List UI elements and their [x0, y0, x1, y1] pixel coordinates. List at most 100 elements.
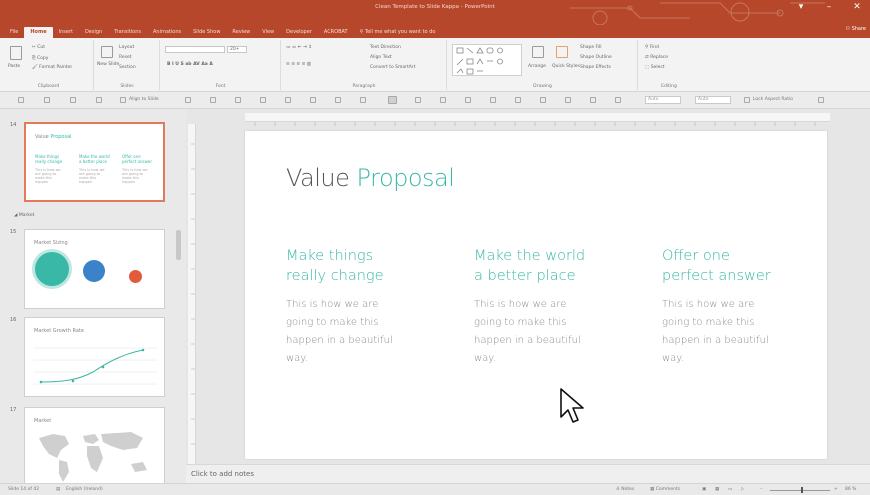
- zoom-in-icon[interactable]: +: [834, 487, 838, 492]
- align-buttons[interactable]: ≡ ≡ ≡ ≡ ▥: [286, 62, 311, 67]
- quick-styles-button[interactable]: Quick Styles: [552, 64, 580, 69]
- thumbnail-slide-16[interactable]: Market Growth Rate: [24, 317, 165, 397]
- arrange-icon[interactable]: [532, 46, 544, 58]
- eyedropper-icon[interactable]: [615, 97, 621, 103]
- shape-effects-button[interactable]: Shape Effects: [580, 65, 611, 70]
- convert-smartart-button[interactable]: Convert to SmartArt: [370, 65, 415, 70]
- undo-icon[interactable]: [18, 97, 24, 103]
- slide-thumbnails-pane: 14 Value Proposal Make things really cha…: [0, 109, 186, 483]
- column-3[interactable]: Offer one perfect answer This is how we …: [662, 246, 812, 368]
- column-2[interactable]: Make the world a better place This is ho…: [474, 246, 624, 368]
- tab-animations[interactable]: Animations: [147, 27, 187, 38]
- share-button[interactable]: ⚇ Share: [845, 26, 866, 32]
- select-button[interactable]: ⬚ Select: [645, 65, 665, 70]
- center-align-icon[interactable]: [285, 97, 291, 103]
- tab-view[interactable]: View: [256, 27, 280, 38]
- shape-outline-button[interactable]: Shape Outline: [580, 55, 612, 60]
- tab-slide-show[interactable]: Slide Show: [187, 27, 226, 38]
- align-text-button[interactable]: Align Text: [370, 55, 392, 60]
- notes-toggle[interactable]: ≙ Notes: [616, 487, 634, 492]
- new-slide-button[interactable]: New Slide: [97, 62, 119, 67]
- distribute-icon[interactable]: [310, 97, 316, 103]
- tab-transitions[interactable]: Transitions: [108, 27, 147, 38]
- list-buttons[interactable]: ≔ ≕ ⇤ ⇥ ↕: [286, 45, 312, 50]
- section-button[interactable]: Section: [119, 65, 136, 70]
- slide-sorter-icon[interactable]: ▦: [715, 487, 719, 492]
- shape-effects-icon[interactable]: [565, 97, 571, 103]
- font-color-icon[interactable]: [465, 97, 471, 103]
- redo-icon[interactable]: [44, 97, 50, 103]
- selected-tool-icon[interactable]: [388, 96, 397, 104]
- repeat-icon[interactable]: [70, 97, 76, 103]
- normal-view-icon[interactable]: ▣: [702, 487, 706, 492]
- language-indicator[interactable]: English (Ireland): [66, 487, 103, 492]
- align-to-slide-checkbox[interactable]: [120, 97, 126, 103]
- thumbnail-slide-14[interactable]: Value Proposal Make things really change…: [24, 122, 165, 202]
- shape-fill-icon[interactable]: [515, 97, 521, 103]
- tab-developer[interactable]: Developer: [280, 27, 318, 38]
- paste-icon[interactable]: [10, 46, 22, 60]
- shape-height-input[interactable]: Auto: [645, 96, 681, 104]
- font-size-icon[interactable]: [490, 97, 496, 103]
- find-button[interactable]: ⚲ Find: [645, 45, 659, 50]
- slide-title[interactable]: Value Proposal: [286, 164, 455, 192]
- current-slide[interactable]: Value Proposal Make things really change…: [245, 131, 827, 459]
- tab-acrobat[interactable]: ACROBAT: [318, 27, 354, 38]
- notes-pane[interactable]: Click to add notes: [186, 464, 870, 483]
- font-name-input[interactable]: [165, 46, 225, 53]
- tab-file[interactable]: File: [4, 27, 24, 38]
- zoom-out-icon[interactable]: –: [760, 487, 762, 492]
- slideshow-icon[interactable]: ▷: [741, 487, 744, 492]
- cut-button[interactable]: ✂ Cut: [32, 45, 45, 50]
- tell-me-search[interactable]: ⚲ Tell me what you want to do: [354, 27, 442, 38]
- shape-width-input[interactable]: Auto: [695, 96, 731, 104]
- shapes-gallery[interactable]: [452, 44, 522, 76]
- tab-design[interactable]: Design: [79, 27, 108, 38]
- tab-home[interactable]: Home: [24, 27, 53, 38]
- column-1[interactable]: Make things really change This is how we…: [286, 246, 436, 368]
- format-painter-button[interactable]: 🖌 Format Painter: [32, 65, 72, 70]
- arrange-button[interactable]: Arrange: [528, 64, 546, 69]
- replace-button[interactable]: ⇄ Replace: [645, 55, 668, 60]
- bring-forward-icon[interactable]: [360, 97, 366, 103]
- quick-styles-icon[interactable]: [556, 46, 568, 58]
- zoom-slider-handle[interactable]: [801, 487, 803, 493]
- shape-outline-icon[interactable]: [540, 97, 546, 103]
- zoom-level[interactable]: 86 %: [845, 487, 856, 492]
- thumbnail-slide-17[interactable]: Market: [24, 407, 165, 483]
- columns-icon[interactable]: [440, 97, 446, 103]
- reading-view-icon[interactable]: ▭: [728, 487, 732, 492]
- comments-toggle[interactable]: ▦ Comments: [650, 487, 680, 492]
- crop-icon[interactable]: [235, 97, 241, 103]
- text-direction-button[interactable]: Text Direction: [370, 45, 401, 50]
- ribbon-options-icon[interactable]: ▾: [794, 2, 808, 12]
- lock-aspect-checkbox[interactable]: [744, 97, 750, 103]
- more-options-icon[interactable]: [818, 97, 824, 103]
- section-market[interactable]: ◢ Market: [14, 213, 34, 218]
- copy-button[interactable]: ⎘ Copy: [32, 55, 48, 61]
- minimize-icon[interactable]: –: [822, 2, 836, 12]
- line-weight-icon[interactable]: [590, 97, 596, 103]
- textbox-icon[interactable]: [415, 97, 421, 103]
- spellcheck-icon[interactable]: ▤: [56, 487, 60, 492]
- new-slide-icon[interactable]: [101, 46, 113, 58]
- shape-tool-icon[interactable]: [96, 97, 102, 103]
- tab-review[interactable]: Review: [226, 27, 256, 38]
- rotate-icon[interactable]: [210, 97, 216, 103]
- thumbnails-scrollbar[interactable]: [176, 230, 181, 260]
- reset-button[interactable]: Reset: [119, 55, 132, 60]
- bold-button[interactable]: B I U S ab AV Aa A: [167, 62, 213, 67]
- text-tool-icon[interactable]: [185, 97, 191, 103]
- zoom-slider[interactable]: [770, 490, 830, 491]
- group-icon[interactable]: [335, 97, 341, 103]
- font-size-input[interactable]: 20+: [227, 46, 247, 53]
- layout-button[interactable]: Layout: [119, 45, 134, 50]
- shape-fill-button[interactable]: Shape Fill: [580, 45, 602, 50]
- close-icon[interactable]: ✕: [850, 2, 864, 12]
- title-bar: Clean Template to Slide Kappa - PowerPoi…: [0, 0, 870, 38]
- left-align-icon[interactable]: [260, 97, 266, 103]
- tab-insert[interactable]: Insert: [53, 27, 79, 38]
- thumbnail-slide-15[interactable]: Market Sizing: [24, 229, 165, 309]
- slide-number-17: 17: [10, 407, 17, 413]
- paste-button[interactable]: Paste: [8, 64, 20, 69]
